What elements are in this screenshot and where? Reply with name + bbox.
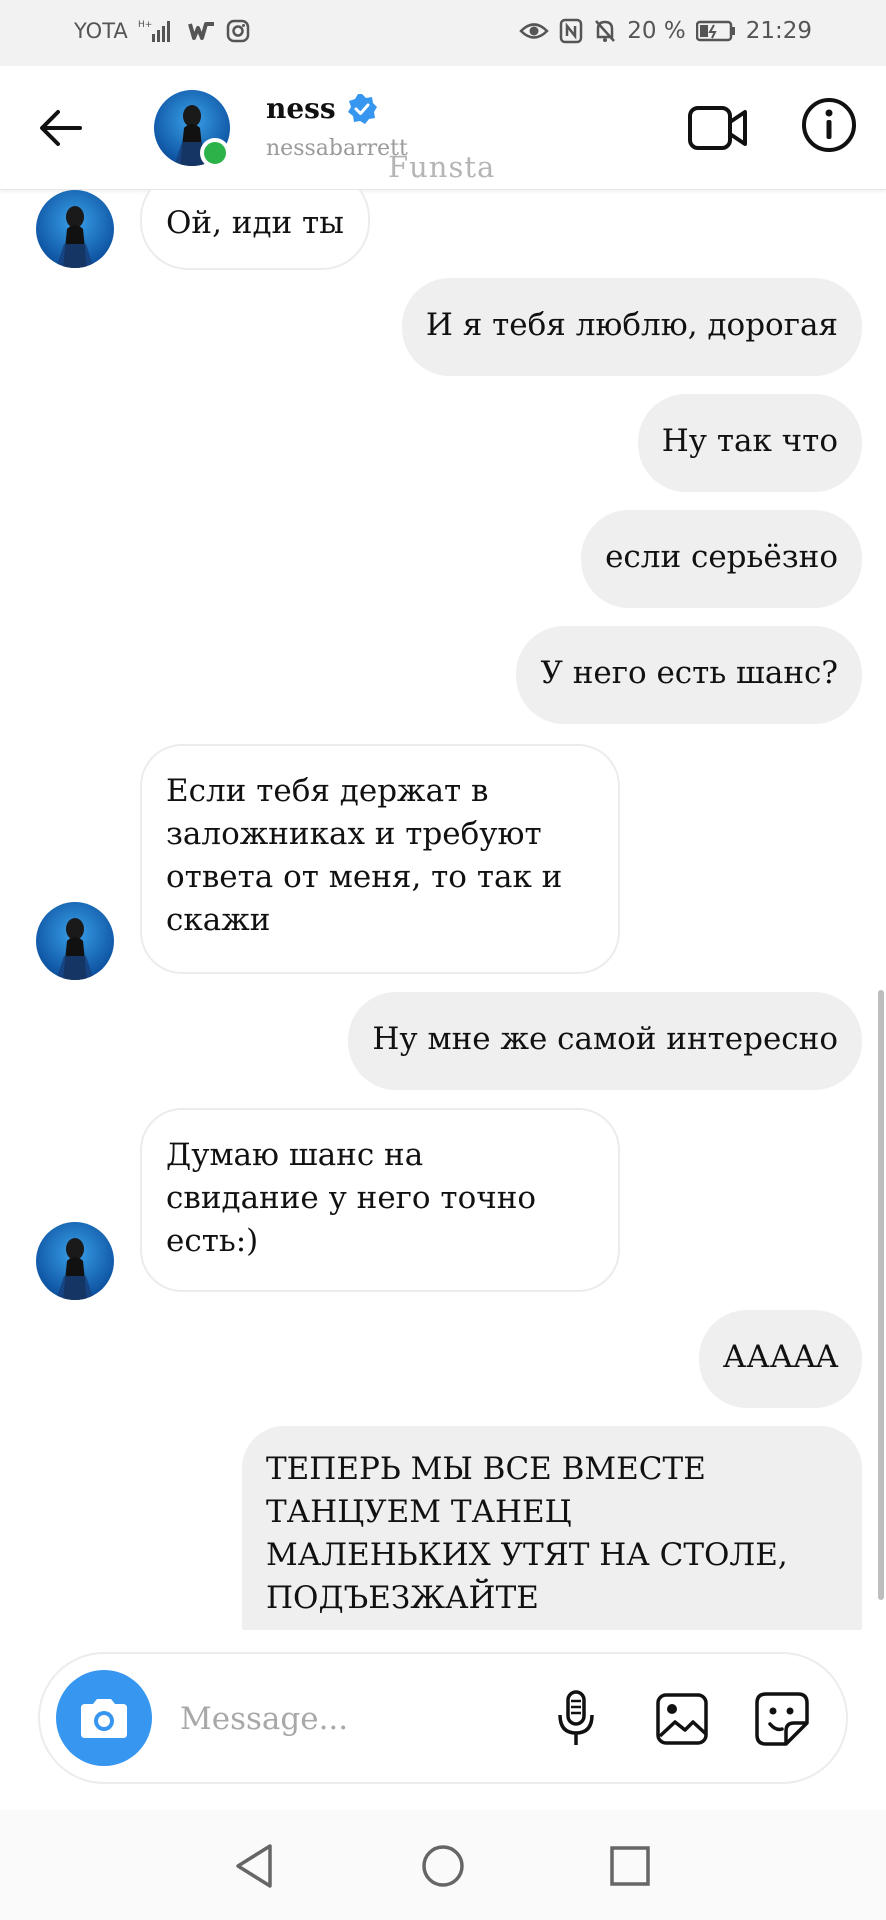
instagram-icon [226,19,250,43]
message-text: Ну мне же самой интересно [372,1021,838,1057]
voice-message-button[interactable] [546,1688,606,1750]
camera-button[interactable] [56,1670,152,1766]
message-line: МАЛЕНЬКИХ УТЯТ НА СТОЛЕ, [266,1537,788,1573]
message-text: И я тебя люблю, дорогая [425,307,838,343]
home-nav-icon [422,1845,464,1887]
info-icon [802,98,856,152]
sticker-icon [755,1692,809,1746]
system-navigation-bar [0,1810,886,1920]
message-bubble-received[interactable]: Если тебя держат в заложниках и требуют … [140,744,620,974]
chat-header: ness nessabarrett Funsta [0,66,886,190]
image-icon [656,1693,708,1745]
scrollbar[interactable] [878,990,884,1600]
message-bubble-sent[interactable]: если серьёзно [581,510,862,608]
back-nav-icon [236,1844,272,1888]
svg-text:H+: H+ [138,20,152,30]
message-line: есть:) [166,1223,259,1259]
message-text: Ну так что [661,423,838,459]
status-bar-right: 20 % 21:29 [519,18,812,44]
message-bubble-received[interactable]: Думаю шанс на свидание у него точно есть… [140,1108,620,1292]
message-bubble-sent[interactable]: АААAA [698,1310,862,1408]
verified-badge-icon [346,93,378,125]
clock: 21:29 [745,18,812,44]
message-text: Ой, иди ты [166,205,344,241]
message-thread[interactable]: Ой, иди ты И я тебя люблю, дорогая Ну та… [0,190,886,1630]
back-button[interactable] [36,104,84,152]
message-line: заложниках и требуют [166,816,542,852]
recents-nav-button[interactable] [602,1838,658,1894]
watermark-text: Funsta [388,150,496,184]
battery-percent: 20 % [627,18,686,44]
message-line: ТАНЦУЕМ ТАНЕЦ [266,1494,572,1530]
status-bar: YOTA H+ 20 % 21:29 [0,0,886,66]
message-line: ТЕПЕРЬ МЫ ВСЕ ВМЕСТЕ [266,1451,706,1487]
microphone-icon [558,1690,594,1745]
contact-name[interactable]: ness [266,92,378,125]
sender-avatar[interactable] [36,1222,114,1300]
message-bubble-sent[interactable]: Ну мне же самой интересно [348,992,862,1090]
gallery-button[interactable] [652,1688,712,1750]
wattpad-icon [187,20,216,42]
camera-icon [81,1699,127,1738]
recents-nav-icon [610,1846,650,1886]
battery-icon [695,20,736,42]
message-text: если серьёзно [605,539,838,575]
message-line: Если тебя держат в [166,773,489,809]
contact-name-label: ness [266,92,336,125]
message-text: У него есть шанс? [540,655,838,691]
eye-icon [519,20,550,42]
carrier-label: YOTA [74,19,128,43]
sender-avatar[interactable] [36,190,114,268]
message-composer [38,1652,848,1784]
nfc-icon [559,18,583,44]
online-indicator [200,138,230,168]
message-line: свидание у него точно [166,1180,537,1216]
message-text: АААAA [722,1339,838,1375]
message-bubble-sent[interactable]: У него есть шанс? [516,626,862,724]
mute-icon [593,18,617,44]
signal-icon: H+ [138,18,178,44]
home-nav-button[interactable] [415,1838,471,1894]
arrow-left-icon [40,110,82,146]
status-bar-left: YOTA H+ [74,18,250,44]
message-bubble-sent[interactable]: И я тебя люблю, дорогая [401,278,862,376]
message-input[interactable] [180,1692,560,1746]
contact-username: nessabarrett [266,136,408,161]
message-bubble-sent[interactable]: ТЕПЕРЬ МЫ ВСЕ ВМЕСТЕ ТАНЦУЕМ ТАНЕЦ МАЛЕН… [242,1426,862,1630]
message-line: ответа от меня, то так и [166,859,563,895]
video-camera-icon [688,106,747,150]
message-line: ПОДЪЕЗЖАЙТЕ [266,1580,539,1616]
video-call-button[interactable] [686,96,750,160]
back-nav-button[interactable] [226,1838,282,1894]
message-line: скажи [166,902,271,938]
sender-avatar[interactable] [36,902,114,980]
message-bubble-received[interactable]: Ой, иди ты [140,190,370,270]
sticker-button[interactable] [752,1688,812,1750]
info-button[interactable] [800,96,858,154]
message-bubble-sent[interactable]: Ну так что [637,394,862,492]
message-line: Думаю шанс на [166,1137,424,1173]
